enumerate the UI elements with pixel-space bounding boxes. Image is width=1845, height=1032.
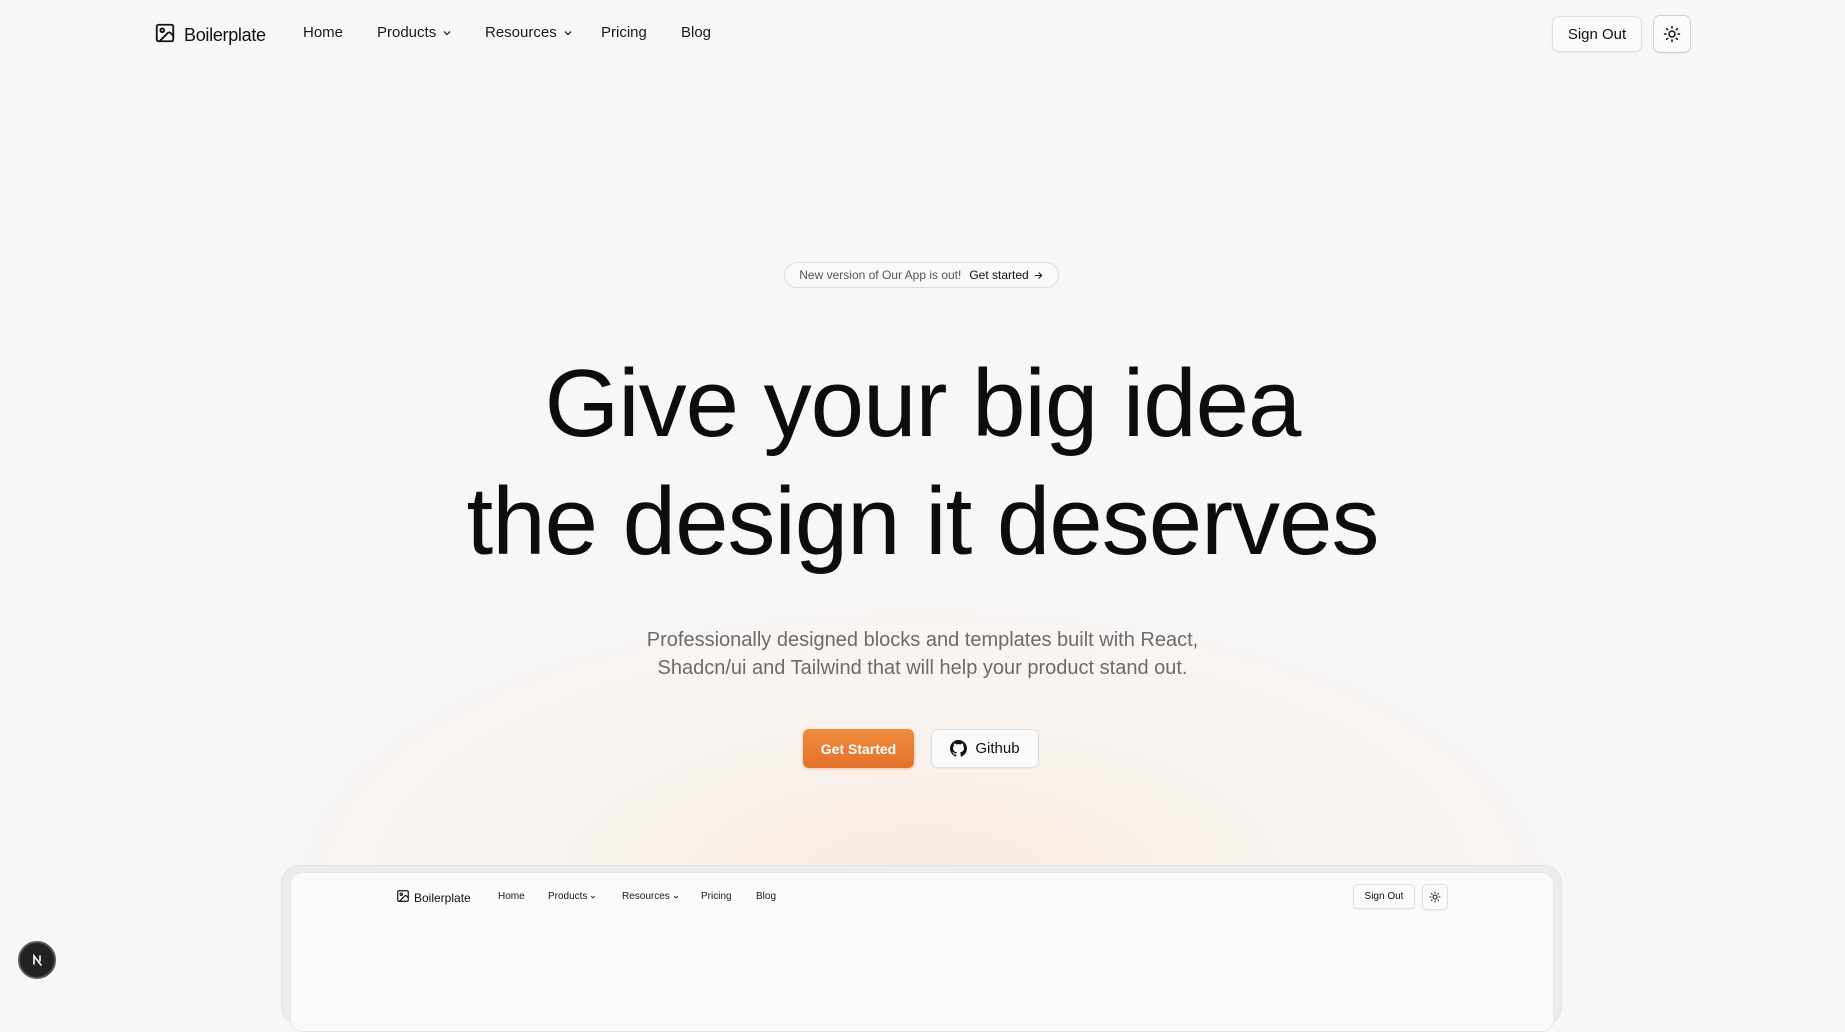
brand-name: Boilerplate	[184, 25, 266, 45]
preview-nav-resources: Resources	[622, 891, 679, 902]
announcement-text: New version of Our App is out!	[799, 268, 962, 282]
theme-toggle-button[interactable]	[1653, 15, 1691, 53]
hero-title: Give your big idea the design it deserve…	[0, 345, 1845, 581]
get-started-button[interactable]: Get Started	[803, 729, 914, 768]
nav-products[interactable]: Products	[377, 24, 452, 41]
hero-subtitle-line-1: Professionally designed blocks and templ…	[646, 629, 1199, 651]
preview-theme-toggle	[1422, 884, 1448, 910]
preview-nav-blog-label: Blog	[756, 891, 777, 902]
announcement-link[interactable]: Get started	[969, 268, 1043, 282]
github-button-label: Github	[975, 740, 1020, 757]
hero-title-line-1: Give your big idea	[544, 350, 1302, 457]
preview-nav-blog: Blog	[756, 891, 776, 902]
dev-tools-button[interactable]	[18, 941, 56, 979]
preview-nav-pricing-label: Pricing	[701, 891, 732, 902]
nav-resources-label: Resources	[485, 24, 557, 41]
image-icon	[154, 22, 176, 49]
hero-subtitle-line-2: Shadcn/ui and Tailwind that will help yo…	[657, 657, 1188, 679]
brand-logo[interactable]: Boilerplate	[154, 22, 266, 49]
chevron-down-icon	[673, 895, 678, 899]
nav-home[interactable]: Home	[303, 24, 343, 41]
nav-pricing-label: Pricing	[601, 24, 647, 41]
top-navbar: Boilerplate Home Products Resources Pric…	[0, 0, 1845, 68]
preview-nav-home: Home	[498, 891, 525, 902]
preview-nav-resources-label: Resources	[622, 891, 670, 902]
hero-subtitle: Professionally designed blocks and templ…	[0, 626, 1845, 682]
github-icon	[950, 740, 968, 757]
chevron-down-icon	[443, 30, 451, 35]
announcement-badge: New version of Our App is out! Get start…	[784, 262, 1059, 288]
sun-icon	[1429, 891, 1441, 903]
image-icon	[396, 889, 410, 906]
preview-nav-products: Products	[548, 891, 596, 902]
nav-pricing[interactable]: Pricing	[601, 24, 647, 41]
nav-blog-label: Blog	[681, 24, 712, 41]
preview-sign-out-button: Sign Out	[1353, 884, 1415, 909]
nav-products-label: Products	[377, 24, 437, 41]
nav-home-label: Home	[303, 24, 344, 41]
chevron-down-icon	[564, 30, 572, 35]
hero-title-line-2: the design it deserves	[466, 468, 1380, 575]
chevron-down-icon	[591, 895, 596, 899]
nextjs-logo-icon	[33, 953, 42, 966]
github-button[interactable]: Github	[931, 729, 1039, 768]
announcement-link-label: Get started	[969, 268, 1029, 282]
preview-brand-name: Boilerplate	[414, 890, 471, 905]
nav-resources[interactable]: Resources	[485, 24, 573, 41]
preview-nav-products-label: Products	[548, 891, 588, 902]
preview-nav-pricing: Pricing	[701, 891, 732, 902]
preview-brand-logo: Boilerplate	[396, 889, 471, 906]
preview-nav-home-label: Home	[498, 891, 525, 902]
nav-blog[interactable]: Blog	[681, 24, 711, 41]
sun-icon	[1663, 25, 1681, 43]
arrow-right-icon	[1034, 271, 1042, 279]
sign-out-button[interactable]: Sign Out	[1552, 16, 1642, 52]
